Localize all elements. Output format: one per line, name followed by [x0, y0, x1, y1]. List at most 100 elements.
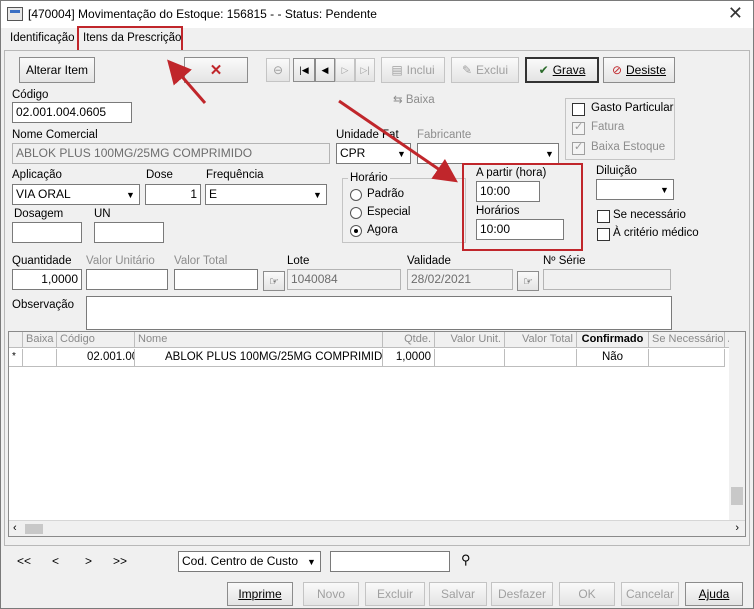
inclui-button[interactable]: ▤ Inclui [381, 57, 445, 83]
cell-valor-total[interactable] [505, 349, 577, 367]
last-record-button[interactable]: ▷| [355, 58, 375, 82]
valor-unitario-input[interactable] [86, 269, 168, 290]
first-record-button[interactable]: |◀ [293, 58, 315, 82]
cell-se-necessario[interactable] [649, 349, 725, 367]
codigo-label: Código [12, 89, 49, 101]
salvar-label: Salvar [440, 587, 475, 601]
prev-record-button[interactable]: ◀ [315, 58, 335, 82]
validade-input[interactable]: 28/02/2021 [407, 269, 513, 290]
chevron-down-icon: ▼ [126, 189, 135, 200]
scroll-right-icon[interactable]: › [735, 522, 739, 534]
tab-highlight-annotation [77, 26, 183, 53]
excluir-button[interactable]: Excluir [365, 582, 425, 606]
frequencia-label: Frequência [206, 169, 264, 181]
horizontal-scroll-thumb[interactable] [25, 524, 43, 534]
cell-baixa[interactable] [23, 349, 57, 367]
scroll-left-icon[interactable]: ‹ [13, 522, 17, 534]
aplicacao-combo[interactable]: VIA ORAL ▼ [12, 184, 140, 205]
ok-button[interactable]: OK [559, 582, 615, 606]
valor-total-input[interactable] [174, 269, 258, 290]
horario-especial-radio[interactable] [350, 207, 362, 219]
grid-header-nome[interactable]: Nome [135, 332, 383, 348]
ok-label: OK [578, 587, 596, 601]
red-x-icon: ✕ [209, 62, 223, 79]
horario-padrao-radio[interactable] [350, 189, 362, 201]
baixa-button[interactable]: ⇆ Baixa [393, 92, 435, 106]
cell-confirmado[interactable]: Não [577, 349, 649, 367]
grid-header-baixa[interactable]: Baixa [23, 332, 57, 348]
nome-comercial-input[interactable]: ABLOK PLUS 100MG/25MG COMPRIMIDO [12, 143, 330, 164]
filter-field-value: Cod. Centro de Custo [182, 554, 299, 568]
imprime-button[interactable]: Imprime [227, 582, 293, 606]
gasto-particular-label: Gasto Particular [591, 102, 674, 114]
unidade-combo[interactable]: CPR ▼ [336, 143, 411, 164]
grava-button[interactable]: ✔ Grava [525, 57, 599, 83]
a-criterio-label: À critério médico [613, 227, 699, 239]
grid-header-se-necessario[interactable]: Se Necessário [649, 332, 725, 348]
dosagem-label: Dosagem [14, 208, 64, 220]
alterar-item-button[interactable]: Alterar Item [19, 57, 95, 83]
tab-identificacao[interactable]: Identificação [10, 32, 75, 44]
lote-input[interactable]: 1040084 [287, 269, 401, 290]
cell-valor-unit[interactable] [435, 349, 505, 367]
exclui-button[interactable]: ✎ Exclui [451, 57, 519, 83]
horario-group-label: Horário [348, 172, 390, 184]
excluir-label: Excluir [376, 587, 413, 601]
frequencia-combo[interactable]: E ▼ [205, 184, 327, 205]
vertical-scroll-thumb[interactable] [731, 487, 743, 505]
codigo-input[interactable]: 02.001.004.0605 [12, 102, 132, 123]
novo-button[interactable]: Novo [303, 582, 359, 606]
binoculars-icon[interactable]: ⚲ [461, 552, 471, 568]
desfazer-button[interactable]: Desfazer [491, 582, 553, 606]
horario-agora-label: Agora [367, 224, 398, 236]
nav-last-button[interactable]: >> [113, 554, 127, 568]
salvar-button[interactable]: Salvar [429, 582, 487, 606]
a-criterio-checkbox[interactable] [597, 228, 610, 241]
minus-circle-button[interactable]: ⊖ [266, 58, 290, 82]
dose-input[interactable]: 1 [145, 184, 201, 205]
fabricante-combo[interactable]: ▼ [417, 143, 559, 164]
grid-vertical-scrollbar[interactable] [729, 332, 745, 522]
grid-header-codigo[interactable]: Código [57, 332, 135, 348]
ajuda-button[interactable]: Ajuda [685, 582, 743, 606]
next-record-button[interactable]: ▷ [335, 58, 355, 82]
grid-header-valor-unit[interactable]: Valor Unit. [435, 332, 505, 348]
horario-agora-radio[interactable] [350, 225, 362, 237]
diluicao-combo[interactable]: ▼ [596, 179, 674, 200]
desiste-icon: ⊘ [611, 63, 623, 77]
serie-input[interactable] [543, 269, 671, 290]
un-input[interactable] [94, 222, 164, 243]
quantidade-input[interactable]: 1,0000 [12, 269, 82, 290]
close-icon[interactable]: ✕ [728, 3, 743, 24]
cancel-x-button[interactable]: ✕ [184, 57, 248, 83]
se-necessario-checkbox[interactable] [597, 210, 610, 223]
dosagem-input[interactable] [12, 222, 82, 243]
gasto-particular-checkbox[interactable] [572, 103, 585, 116]
observacao-textarea[interactable] [86, 296, 672, 330]
serie-lookup-button[interactable]: ☞ [517, 271, 539, 291]
grid-header-confirmado[interactable]: Confirmado [577, 332, 649, 348]
cell-qtde[interactable]: 1,0000 [383, 349, 435, 367]
desiste-button[interactable]: ⊘ Desiste [603, 57, 675, 83]
grid-header-qtde[interactable]: Qtde. [383, 332, 435, 348]
imprime-label: Imprime [238, 587, 282, 601]
grid-header-valor-total[interactable]: Valor Total [505, 332, 577, 348]
minus-circle-icon: ⊖ [272, 63, 284, 77]
cell-nome[interactable]: ABLOK PLUS 100MG/25MG COMPRIMIDO [135, 349, 383, 367]
cancelar-button[interactable]: Cancelar [621, 582, 679, 606]
baixa-label: Baixa [405, 94, 435, 106]
baixa-estoque-checkbox[interactable] [572, 140, 585, 155]
grid-horizontal-scrollbar[interactable]: ‹ › [9, 520, 745, 536]
serie-label: Nº Série [543, 255, 586, 267]
lote-lookup-button[interactable]: ☞ [263, 271, 285, 291]
ajuda-label: Ajuda [698, 587, 730, 601]
cell-codigo[interactable]: 02.001.004.060 [57, 349, 135, 367]
fatura-checkbox[interactable] [572, 120, 585, 135]
row-marker: * [9, 349, 23, 367]
nav-search-input[interactable] [330, 551, 450, 572]
chevron-down-icon: ▼ [307, 556, 316, 567]
nav-prev-button[interactable]: < [52, 554, 59, 568]
filter-field-combo[interactable]: Cod. Centro de Custo ▼ [178, 551, 321, 572]
nav-first-button[interactable]: << [17, 554, 31, 568]
nav-next-button[interactable]: > [85, 554, 92, 568]
